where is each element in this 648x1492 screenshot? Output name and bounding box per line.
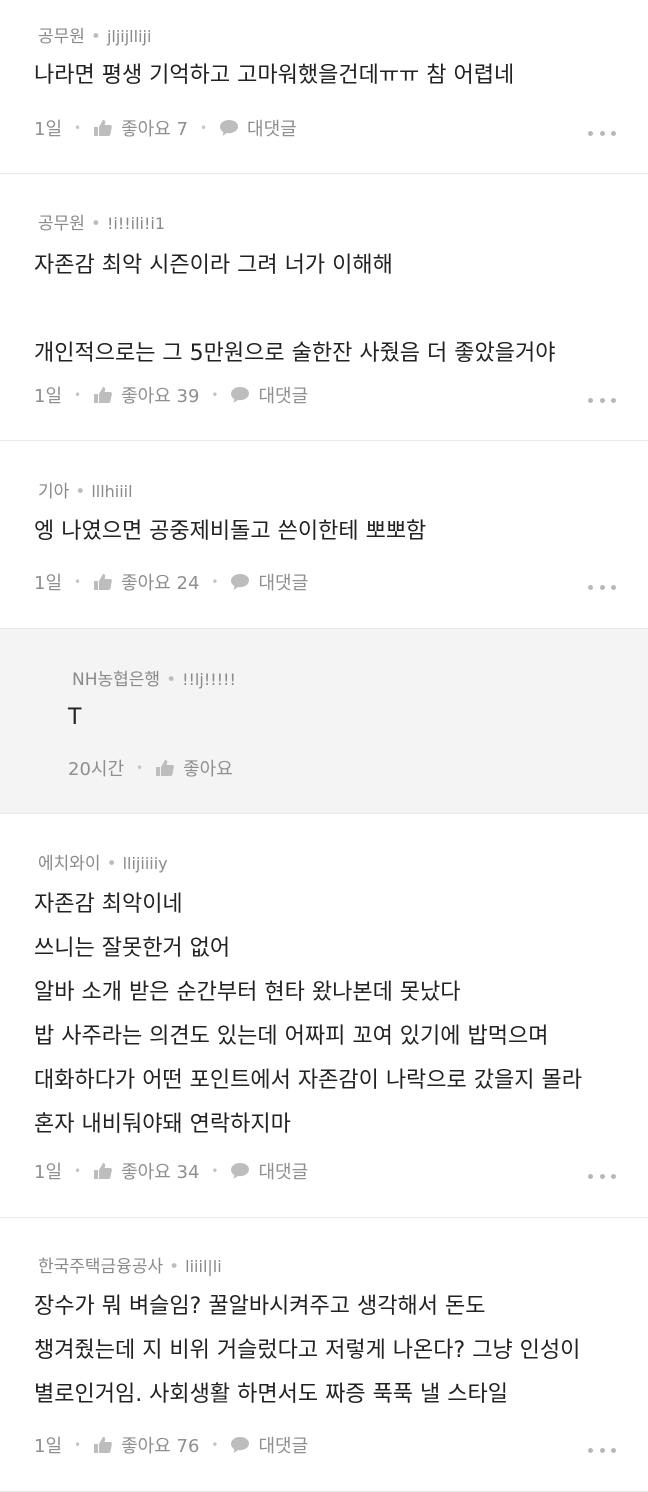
comment-meta: 1일 • 좋아요 34 • 대댓글 xyxy=(34,1158,308,1184)
comment-meta: 1일 • 좋아요 39 • 대댓글 xyxy=(34,382,308,408)
author-nickname: jljijlliji xyxy=(106,27,152,46)
separator-dot: • xyxy=(211,388,219,402)
thumbs-up-icon xyxy=(93,119,113,137)
comment-text: 엥 나였으면 공중제비돌고 쓴이한테 뽀뽀함 xyxy=(34,519,427,544)
author-nickname: liiil|li xyxy=(185,1257,222,1276)
author-nickname: lllhiiil xyxy=(91,482,133,501)
reply-button[interactable]: 대댓글 xyxy=(230,1158,308,1184)
comment-author[interactable]: NH농협은행 • !!lj!!!!! xyxy=(72,665,236,690)
more-dots-icon[interactable] xyxy=(588,1172,616,1180)
like-count: 좋아요 76 xyxy=(121,1436,200,1457)
comment-meta: 1일 • 좋아요 7 • 대댓글 xyxy=(34,115,297,141)
thumbs-up-icon xyxy=(93,1436,113,1454)
author-company: 한국주택금융공사 xyxy=(38,1257,164,1277)
separator-dot: • xyxy=(211,1164,219,1178)
reply-button[interactable]: 대댓글 xyxy=(230,1432,308,1458)
comment-time: 1일 xyxy=(34,1436,63,1457)
more-dots-icon[interactable] xyxy=(588,1446,616,1454)
comment-text: T xyxy=(68,705,82,730)
thumbs-up-icon xyxy=(93,1162,113,1180)
comment-item: 기아 • lllhiiil 엥 나였으면 공중제비돌고 쓴이한테 뽀뽀함 1일 • … xyxy=(0,441,648,629)
thumbs-up-icon xyxy=(155,759,175,777)
like-count: 좋아요 34 xyxy=(121,1162,200,1183)
comment-time: 1일 xyxy=(34,573,63,594)
reply-label: 대댓글 xyxy=(258,1162,309,1183)
like-button[interactable]: 좋아요 xyxy=(155,755,233,781)
like-button[interactable]: 좋아요 76 xyxy=(93,1432,199,1458)
more-dots-icon[interactable] xyxy=(588,396,616,404)
like-button[interactable]: 좋아요 34 xyxy=(93,1158,199,1184)
separator-dot: • xyxy=(211,575,219,589)
comment-author[interactable]: 기아 • lllhiiil xyxy=(38,477,133,502)
reply-label: 대댓글 xyxy=(258,1436,309,1457)
separator-dot: • xyxy=(166,670,177,690)
separator-dot: • xyxy=(90,214,101,234)
reply-label: 대댓글 xyxy=(258,386,309,407)
author-company: 기아 xyxy=(38,482,70,502)
author-company: 공무원 xyxy=(38,214,85,234)
comment-meta: 20시간 • 좋아요 xyxy=(68,755,233,781)
reply-label: 대댓글 xyxy=(247,119,297,140)
like-count: 좋아요 39 xyxy=(121,386,200,407)
author-company: 에치와이 xyxy=(38,854,101,874)
author-nickname: !i!!ili!i1 xyxy=(106,214,166,233)
reply-button[interactable]: 대댓글 xyxy=(230,569,308,595)
like-count: 좋아요 7 xyxy=(121,119,188,140)
comment-author[interactable]: 한국주택금융공사 • liiil|li xyxy=(38,1252,222,1277)
separator-dot: • xyxy=(74,575,82,589)
like-count: 좋아요 24 xyxy=(121,573,200,594)
comment-time: 1일 xyxy=(34,1162,63,1183)
separator-dot: • xyxy=(106,854,117,874)
comment-text: 자존감 최악이네 쓰니는 잘못한거 없어 알바 소개 받은 순간부터 현타 왔나… xyxy=(34,892,582,1137)
separator-dot: • xyxy=(74,121,82,135)
like-count: 좋아요 xyxy=(183,759,233,780)
thumbs-up-icon xyxy=(93,386,113,404)
comment-text: 나라면 평생 기억하고 고마워했을건데ㅠㅠ 참 어렵네 xyxy=(34,63,515,88)
reply-button[interactable]: 대댓글 xyxy=(219,115,297,141)
reply-label: 대댓글 xyxy=(258,573,309,594)
like-button[interactable]: 좋아요 7 xyxy=(93,115,188,141)
comment-meta: 1일 • 좋아요 24 • 대댓글 xyxy=(34,569,308,595)
like-button[interactable]: 좋아요 24 xyxy=(93,569,199,595)
separator-dot: • xyxy=(74,388,82,402)
comment-item: 공무원 • !i!!ili!i1 자존감 최악 시즌이라 그려 너가 이해해 개인적… xyxy=(0,174,648,441)
speech-bubble-icon xyxy=(230,573,250,591)
separator-dot: • xyxy=(136,761,144,775)
comment-author[interactable]: 공무원 • !i!!ili!i1 xyxy=(38,209,165,234)
comment-meta: 1일 • 좋아요 76 • 대댓글 xyxy=(34,1432,308,1458)
comment-text: 장수가 뭐 벼슬임? 꿀알바시켜주고 생각해서 돈도 챙겨줬는데 지 비위 거슬… xyxy=(34,1294,581,1407)
separator-dot: • xyxy=(199,121,208,135)
comment-time: 1일 xyxy=(34,386,63,407)
reply-button[interactable]: 대댓글 xyxy=(230,382,308,408)
comment-time: 20시간 xyxy=(68,759,125,780)
speech-bubble-icon xyxy=(230,386,250,404)
thumbs-up-icon xyxy=(93,573,113,591)
author-nickname: !!lj!!!!! xyxy=(182,670,236,689)
more-dots-icon[interactable] xyxy=(588,583,616,591)
separator-dot: • xyxy=(74,1164,82,1178)
speech-bubble-icon xyxy=(230,1162,250,1180)
comment-item: 공무원 • jljijlliji 나라면 평생 기억하고 고마워했을건데ㅠㅠ 참 어… xyxy=(0,0,648,174)
more-dots-icon[interactable] xyxy=(588,129,616,137)
comment-author[interactable]: 에치와이 • llijiiiiy xyxy=(38,849,168,874)
separator-dot: • xyxy=(90,27,101,47)
speech-bubble-icon xyxy=(230,1436,250,1454)
comment-item: 에치와이 • llijiiiiy 자존감 최악이네 쓰니는 잘못한거 없어 알바 소… xyxy=(0,814,648,1218)
author-company: NH농협은행 xyxy=(72,670,161,690)
speech-bubble-icon xyxy=(219,119,239,137)
comment-time: 1일 xyxy=(34,119,63,140)
separator-dot: • xyxy=(169,1257,180,1277)
comment-text: 자존감 최악 시즌이라 그려 너가 이해해 개인적으로는 그 5만원으로 술한잔… xyxy=(34,253,556,366)
separator-dot: • xyxy=(74,1438,82,1452)
separator-dot: • xyxy=(75,482,86,502)
separator-dot: • xyxy=(211,1438,219,1452)
author-nickname: llijiiiiy xyxy=(122,854,168,873)
like-button[interactable]: 좋아요 39 xyxy=(93,382,199,408)
author-company: 공무원 xyxy=(38,27,85,47)
reply-item: NH농협은행 • !!lj!!!!! T 20시간 • 좋아요 xyxy=(0,629,648,814)
comment-author[interactable]: 공무원 • jljijlliji xyxy=(38,22,151,47)
comment-item: 한국주택금융공사 • liiil|li 장수가 뭐 벼슬임? 꿀알바시켜주고 생각해… xyxy=(0,1218,648,1492)
